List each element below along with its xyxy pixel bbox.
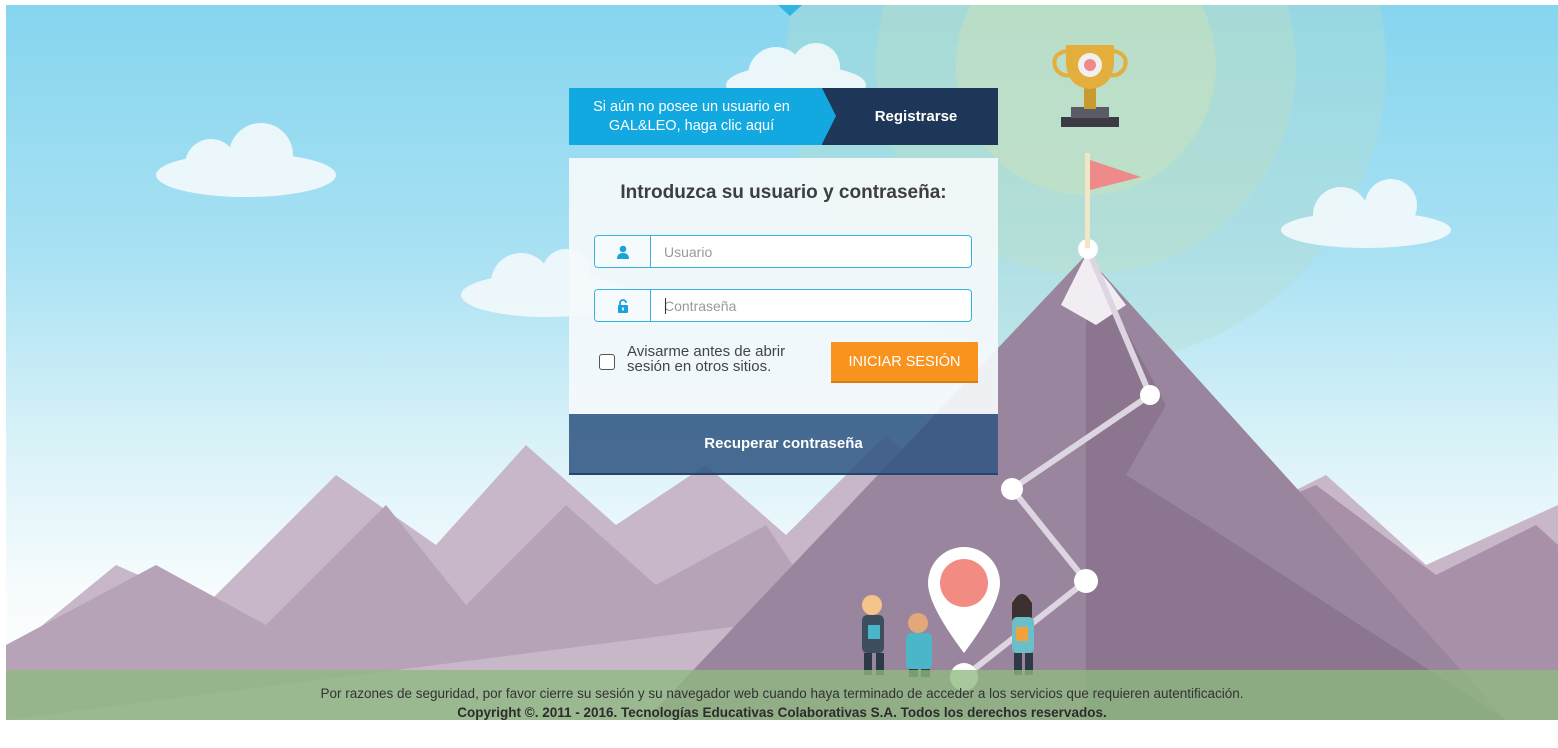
user-icon [595,236,651,267]
username-input[interactable] [651,236,971,267]
top-indicator [778,5,802,16]
register-button[interactable]: Registrarse [822,88,998,145]
remember-label-line2: sesión en otros sitios. [627,358,772,375]
remember-checkbox[interactable] [599,354,615,370]
register-banner: Si aún no posee un usuario en GAL&LEO, h… [569,88,998,145]
username-field [594,235,972,268]
copyright: Copyright ©. 2011 - 2016. Tecnologías Ed… [457,705,1107,720]
text-caret [665,298,666,314]
register-prompt[interactable]: Si aún no posee un usuario en GAL&LEO, h… [569,88,836,145]
login-panel: Introduzca su usuario y contraseña: Avis… [569,158,998,414]
recover-password-button[interactable]: Recuperar contraseña [569,414,998,475]
remember-option: Avisarme antes de abrir sesión en otros … [599,344,802,374]
register-prompt-line2: GAL&LEO, haga clic aquí [608,117,775,134]
footer: Por razones de seguridad, por favor cier… [6,670,1558,720]
password-field [594,289,972,322]
remember-label: Avisarme antes de abrir sesión en otros … [627,344,802,374]
security-notice: Por razones de seguridad, por favor cier… [320,686,1244,701]
remember-label-line1: Avisarme antes de abrir [627,343,786,360]
register-prompt-line1: Si aún no posee un usuario en [593,98,790,115]
password-input[interactable] [651,290,971,321]
login-title: Introduzca su usuario y contraseña: [620,182,947,203]
lock-icon [595,290,651,321]
login-button[interactable]: INICIAR SESIÓN [831,342,978,383]
